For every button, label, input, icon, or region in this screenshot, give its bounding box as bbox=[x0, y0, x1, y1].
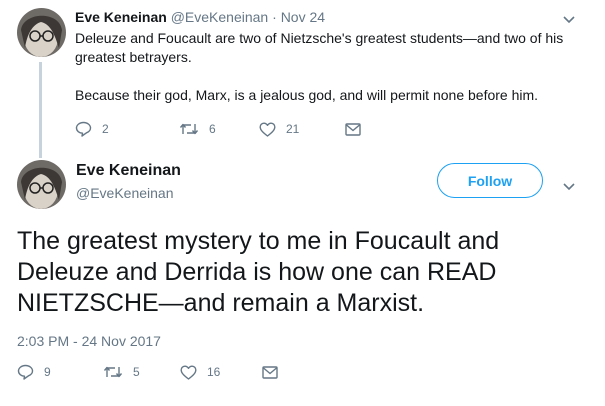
retweet-icon bbox=[179, 123, 199, 135]
like-icon bbox=[259, 122, 276, 137]
tweet-text-line: Deleuze and Foucault are two of Nietzsch… bbox=[75, 30, 564, 46]
like-button[interactable]: 16 bbox=[180, 364, 262, 380]
author-handle[interactable]: @EveKeneinan bbox=[171, 9, 269, 25]
avatar[interactable] bbox=[17, 8, 66, 57]
reply-count: 9 bbox=[44, 365, 51, 379]
like-button[interactable]: 21 bbox=[259, 121, 345, 137]
thread-line bbox=[39, 62, 42, 158]
reply-button[interactable]: 2 bbox=[75, 121, 179, 137]
tweet-text-line: Because their god, Marx, is a jealous go… bbox=[75, 87, 539, 103]
retweet-button[interactable]: 6 bbox=[179, 121, 259, 137]
retweet-count: 5 bbox=[133, 365, 140, 379]
tweet-text-line: greatest betrayers. bbox=[75, 49, 192, 65]
chevron-down-icon[interactable] bbox=[563, 11, 575, 29]
chevron-down-icon[interactable] bbox=[563, 178, 575, 196]
tweet-text-line: Deleuze and Derrida is how one can READ bbox=[17, 258, 497, 286]
tweet-actions: 2 6 21 bbox=[75, 121, 361, 137]
avatar[interactable] bbox=[17, 160, 66, 209]
author-name[interactable]: Eve Keneinan bbox=[76, 162, 181, 180]
tweet-text: Deleuze and Foucault are two of Nietzsch… bbox=[75, 29, 595, 105]
retweet-button[interactable]: 5 bbox=[103, 364, 180, 380]
tweet-timestamp[interactable]: 2:03 PM - 24 Nov 2017 bbox=[17, 333, 161, 349]
tweet-text-line: The greatest mystery to me in Foucault a… bbox=[17, 227, 500, 255]
reply-count: 2 bbox=[102, 122, 109, 136]
like-count: 21 bbox=[286, 122, 300, 136]
message-button[interactable] bbox=[262, 364, 278, 380]
tweet-date[interactable]: Nov 24 bbox=[281, 9, 325, 25]
retweet-icon bbox=[103, 366, 123, 378]
author-handle[interactable]: @EveKeneinan bbox=[76, 185, 174, 201]
reply-button[interactable]: 9 bbox=[17, 364, 103, 380]
reply-icon bbox=[17, 364, 34, 380]
separator: · bbox=[272, 9, 277, 25]
message-icon bbox=[262, 365, 278, 379]
like-icon bbox=[180, 365, 197, 380]
retweet-count: 6 bbox=[209, 122, 216, 136]
message-icon bbox=[345, 122, 361, 136]
tweet-text: The greatest mystery to me in Foucault a… bbox=[17, 226, 597, 319]
reply-icon bbox=[75, 121, 92, 137]
message-button[interactable] bbox=[345, 121, 361, 137]
author-name[interactable]: Eve Keneinan bbox=[75, 9, 167, 25]
follow-button[interactable]: Follow bbox=[437, 163, 543, 198]
tweet-actions: 9 5 16 bbox=[17, 364, 278, 380]
like-count: 16 bbox=[207, 365, 221, 379]
tweet-header: Eve Keneinan @EveKeneinan · Nov 24 bbox=[75, 9, 325, 25]
tweet-text-line: NIETZSCHE—and remain a Marxist. bbox=[17, 289, 425, 317]
